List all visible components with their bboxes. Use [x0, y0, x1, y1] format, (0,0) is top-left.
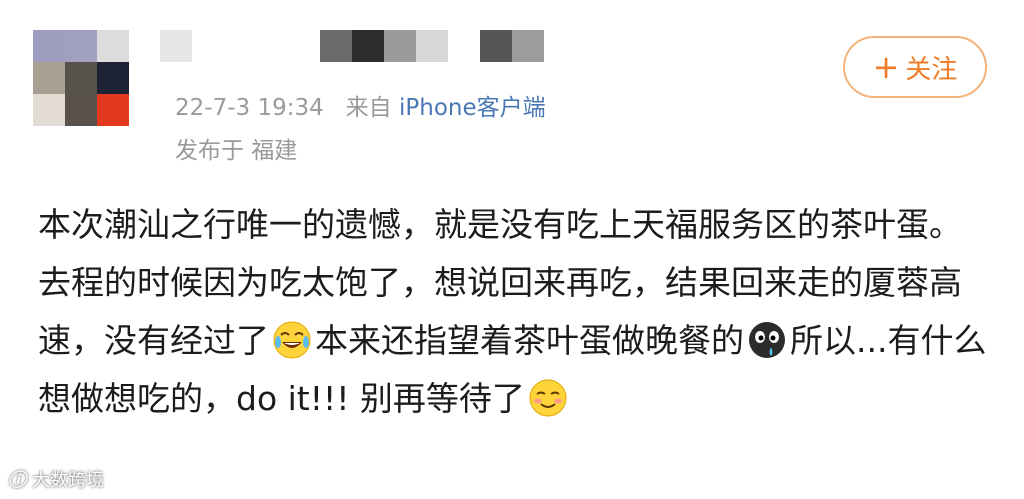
post-text-2: 本来还指望着茶叶蛋做晚餐的 — [315, 321, 744, 360]
smug-smile-emoji-icon — [529, 379, 567, 417]
laugh-crying-emoji-icon — [273, 321, 311, 359]
username-pixel — [224, 30, 256, 62]
username-pixel — [512, 30, 544, 62]
avatar[interactable] — [33, 30, 129, 126]
post-location: 发布于 福建 — [175, 138, 298, 164]
post-date: 22-7-3 19:34 — [175, 95, 324, 121]
avatar-pixel — [65, 62, 97, 94]
post-source-link[interactable]: iPhone客户端 — [399, 95, 546, 121]
from-prefix: 来自 — [345, 95, 392, 121]
avatar-pixel — [33, 30, 65, 62]
avatar-pixel — [65, 30, 97, 62]
avatar-pixel — [97, 94, 129, 126]
username-pixel — [320, 30, 352, 62]
watermark-logo: ⓘ — [8, 470, 26, 491]
username-pixel — [416, 30, 448, 62]
post-meta: 22-7-3 19:34 来自 iPhone客户端 — [175, 92, 546, 124]
username-pixel — [480, 30, 512, 62]
follow-button[interactable]: + 关注 — [843, 36, 987, 98]
username-pixel — [288, 30, 320, 62]
post-content: 本次潮汕之行唯一的遗憾，就是没有吃上天福服务区的茶叶蛋。去程的时候因为吃太饱了，… — [38, 196, 988, 428]
username-pixel — [384, 30, 416, 62]
username-pixel — [160, 30, 192, 62]
watermark-text: 大数跨境 — [32, 470, 104, 491]
username-pixel — [448, 30, 480, 62]
watermark: ⓘ 大数跨境 — [8, 466, 104, 492]
username-pixel — [192, 30, 224, 62]
username-pixel — [352, 30, 384, 62]
avatar-pixel — [97, 30, 129, 62]
sweating-dark-face-emoji-icon — [749, 322, 785, 358]
avatar-pixel — [33, 94, 65, 126]
avatar-pixel — [97, 62, 129, 94]
avatar-pixel — [65, 94, 97, 126]
avatar-pixel — [33, 62, 65, 94]
plus-icon: + — [872, 48, 900, 86]
follow-label: 关注 — [905, 54, 958, 85]
username-mosaic[interactable] — [160, 30, 544, 62]
username-pixel — [256, 30, 288, 62]
